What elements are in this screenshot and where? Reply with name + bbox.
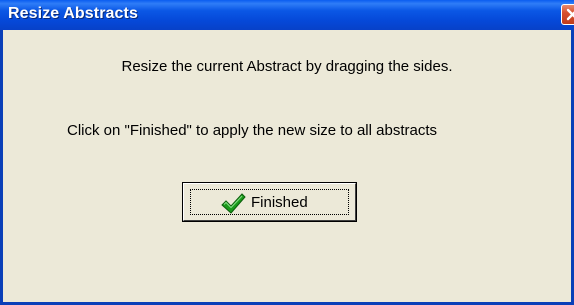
dialog-body: Resize the current Abstract by dragging … bbox=[3, 30, 571, 302]
finished-button[interactable]: Finished bbox=[182, 182, 357, 222]
close-icon bbox=[566, 8, 574, 21]
checkmark-icon bbox=[221, 193, 246, 214]
resize-abstracts-dialog: Resize Abstracts Resize the current Abst… bbox=[0, 0, 574, 305]
finished-button-label: Finished bbox=[251, 194, 308, 211]
close-button[interactable] bbox=[561, 4, 574, 25]
instruction-text: Resize the current Abstract by dragging … bbox=[121, 58, 453, 75]
finished-hint-text: Click on "Finished" to apply the new siz… bbox=[67, 122, 437, 139]
title-bar[interactable]: Resize Abstracts bbox=[0, 0, 574, 30]
window-title: Resize Abstracts bbox=[8, 5, 138, 22]
